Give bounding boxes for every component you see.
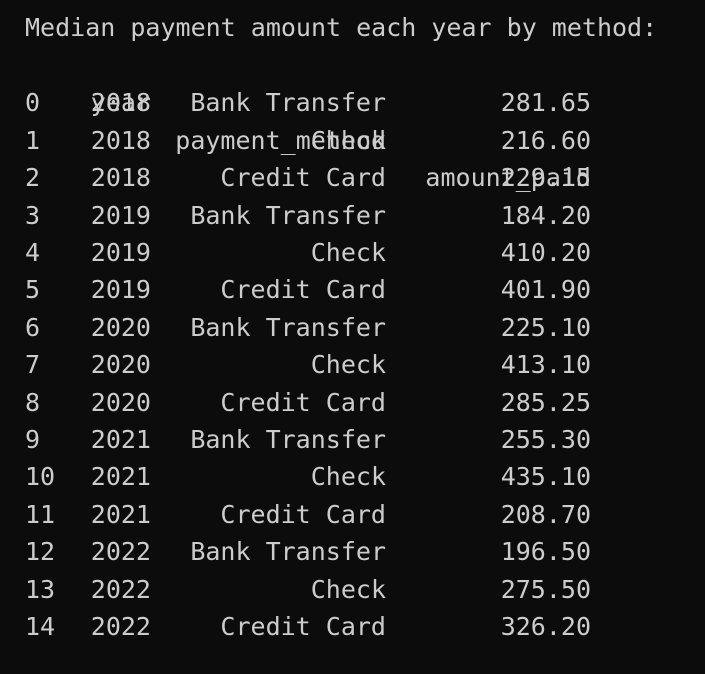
table-row: 9 2021 Bank Transfer 255.30: [0, 421, 705, 458]
row-year: 2020: [90, 312, 151, 342]
table-row: 14 2022 Credit Card 326.20: [0, 608, 705, 645]
terminal-output: Median payment amount each year by metho…: [0, 0, 705, 674]
row-year: 2022: [90, 537, 151, 567]
row-payment-method: Bank Transfer: [190, 537, 386, 567]
row-amount-paid: 281.65: [500, 88, 591, 118]
row-index: 3: [25, 200, 41, 230]
table-row: 2 2018 Credit Card 229.15: [0, 159, 705, 196]
table-row: 0 2018 Bank Transfer 281.65: [0, 84, 705, 121]
row-index: 2: [25, 163, 41, 193]
row-index: 14: [25, 612, 56, 641]
table-row: 7 2020 Check 413.10: [0, 346, 705, 383]
table-row: 10 2021 Check 435.10: [0, 458, 705, 495]
row-index: 6: [25, 312, 41, 342]
row-year: 2021: [90, 462, 151, 492]
row-index: 4: [25, 238, 41, 267]
row-amount-paid: 326.20: [500, 612, 591, 641]
row-payment-method: Check: [310, 462, 386, 492]
row-index: 12: [25, 537, 56, 567]
row-year: 2019: [90, 275, 151, 305]
row-payment-method: Check: [310, 350, 386, 380]
row-amount-paid: 413.10: [500, 350, 591, 380]
row-year: 2018: [90, 88, 151, 118]
row-amount-paid: 208.70: [500, 499, 591, 529]
row-amount-paid: 216.60: [500, 125, 591, 155]
row-payment-method: Check: [310, 574, 386, 604]
output-title: Median payment amount each year by metho…: [25, 13, 658, 42]
row-amount-paid: 275.50: [500, 574, 591, 604]
row-payment-method: Credit Card: [220, 163, 386, 193]
row-payment-method: Bank Transfer: [190, 312, 386, 342]
row-year: 2020: [90, 387, 151, 417]
row-payment-method: Credit Card: [220, 612, 386, 641]
row-amount-paid: 255.30: [500, 425, 591, 454]
row-payment-method: Bank Transfer: [190, 200, 386, 230]
row-year: 2022: [90, 612, 151, 641]
row-amount-paid: 410.20: [500, 238, 591, 267]
row-year: 2019: [90, 238, 151, 267]
row-amount-paid: 229.15: [500, 163, 591, 193]
row-amount-paid: 225.10: [500, 312, 591, 342]
row-year: 2018: [90, 125, 151, 155]
row-year: 2020: [90, 350, 151, 380]
row-amount-paid: 435.10: [500, 462, 591, 492]
row-payment-method: Bank Transfer: [190, 88, 386, 118]
table-row: 6 2020 Bank Transfer 225.10: [0, 309, 705, 346]
row-payment-method: Check: [310, 125, 386, 155]
table-row: 8 2020 Credit Card 285.25: [0, 384, 705, 421]
row-payment-method: Bank Transfer: [190, 425, 386, 454]
table-row: 4 2019 Check 410.20: [0, 234, 705, 271]
row-amount-paid: 285.25: [500, 387, 591, 417]
row-year: 2019: [90, 200, 151, 230]
row-index: 7: [25, 350, 41, 380]
row-amount-paid: 184.20: [500, 200, 591, 230]
table-row: 5 2019 Credit Card 401.90: [0, 271, 705, 308]
row-payment-method: Check: [310, 238, 386, 267]
row-index: 10: [25, 462, 56, 492]
row-payment-method: Credit Card: [220, 387, 386, 417]
table-row: 11 2021 Credit Card 208.70: [0, 496, 705, 533]
row-year: 2021: [90, 499, 151, 529]
row-index: 11: [25, 499, 56, 529]
table-row: 12 2022 Bank Transfer 196.50: [0, 533, 705, 570]
row-payment-method: Credit Card: [220, 499, 386, 529]
row-payment-method: Credit Card: [220, 275, 386, 305]
table-row: 13 2022 Check 275.50: [0, 571, 705, 608]
row-index: 13: [25, 574, 56, 604]
row-amount-paid: 196.50: [500, 537, 591, 567]
row-index: 9: [25, 425, 41, 454]
table-row: 3 2019 Bank Transfer 184.20: [0, 197, 705, 234]
table-row: 1 2018 Check 216.60: [0, 122, 705, 159]
row-index: 8: [25, 387, 41, 417]
row-index: 5: [25, 275, 41, 305]
row-index: 1: [25, 125, 41, 155]
row-index: 0: [25, 88, 41, 118]
row-year: 2021: [90, 425, 151, 454]
row-year: 2018: [90, 163, 151, 193]
table-header: year payment_method amount_paid: [0, 47, 705, 192]
row-amount-paid: 401.90: [500, 275, 591, 305]
row-year: 2022: [90, 574, 151, 604]
